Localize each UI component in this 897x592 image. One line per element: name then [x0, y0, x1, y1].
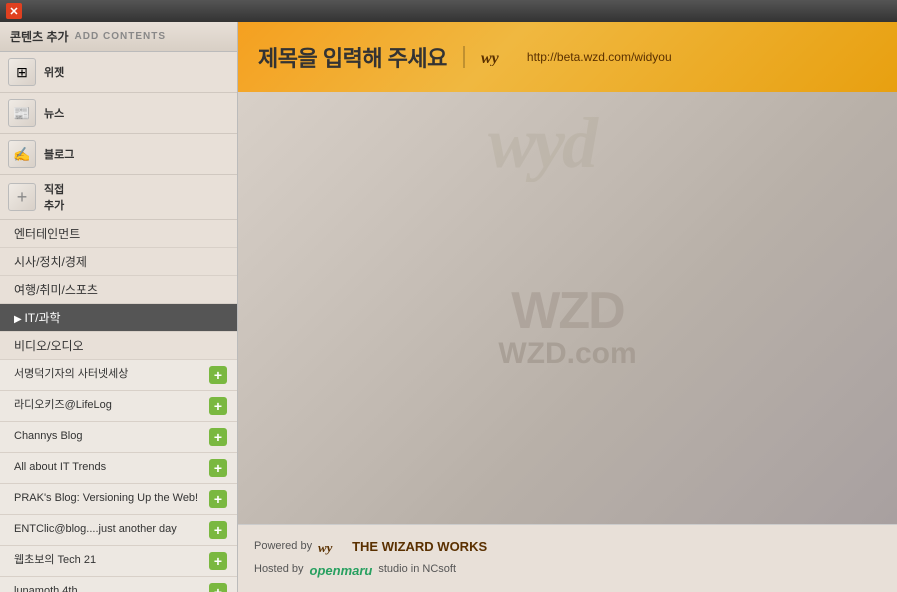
direct-label: 직접추가: [44, 181, 64, 213]
widget-label: 위젯: [44, 64, 64, 80]
nav-item-news[interactable]: 📰 뉴스: [0, 93, 237, 134]
wzd-swoosh-decoration: wyd: [488, 102, 648, 185]
widget-icon: ⊞: [16, 64, 28, 81]
page-title: 제목을 입력해 주세요: [258, 41, 447, 73]
sidebar-header: 콘텐츠 추가 ADD CONTENTS: [0, 22, 237, 52]
sidebar-title-korean: 콘텐츠 추가: [10, 28, 69, 45]
content-area: 제목을 입력해 주세요 wy http://beta.wzd.com/widyo…: [238, 22, 897, 592]
news-icon: 📰: [13, 105, 30, 122]
direct-icon-box: +: [8, 183, 36, 211]
blog-item-text: 라디오키즈@LifeLog: [14, 398, 203, 413]
news-icon-box: 📰: [8, 99, 36, 127]
blog-icon-box: ✍: [8, 140, 36, 168]
list-item[interactable]: PRAK's Blog: Versioning Up the Web! +: [0, 484, 237, 515]
add-blog-button[interactable]: +: [209, 397, 227, 415]
nav-item-direct[interactable]: + 직접추가: [0, 175, 237, 220]
svg-text:wyd: wyd: [488, 103, 599, 182]
blog-icon: ✍: [13, 146, 30, 163]
add-blog-button[interactable]: +: [209, 428, 227, 446]
category-entertainment[interactable]: 엔터테인먼트: [0, 220, 237, 248]
list-item[interactable]: 웹초보의 Tech 21 +: [0, 546, 237, 577]
blog-label: 블로그: [44, 146, 74, 162]
sidebar-title-english: ADD CONTENTS: [75, 31, 166, 42]
blog-item-text: 웹초보의 Tech 21: [14, 553, 203, 568]
widget-icon-box: ⊞: [8, 58, 36, 86]
direct-add-icon: +: [17, 187, 28, 208]
list-item[interactable]: ENTClic@blog....just another day +: [0, 515, 237, 546]
nav-icon-section: ⊞ 위젯 📰 뉴스 ✍ 블로그 + 직접추가: [0, 52, 237, 220]
blog-item-text: PRAK's Blog: Versioning Up the Web!: [14, 491, 203, 506]
wzd-footer-logo-icon: wy: [318, 539, 346, 555]
close-button[interactable]: ✕: [6, 3, 22, 19]
main-container: 콘텐츠 추가 ADD CONTENTS ⊞ 위젯 📰 뉴스 ✍ 블로: [0, 22, 897, 592]
blog-item-text: lunamoth 4th: [14, 584, 203, 592]
category-video-audio[interactable]: 비디오/오디오: [0, 332, 237, 360]
top-bar: ✕: [0, 0, 897, 22]
list-item[interactable]: All about IT Trends +: [0, 453, 237, 484]
content-footer: Powered by wy THE WIZARD WORKS Hosted by…: [238, 524, 897, 592]
blog-item-text: 서명덕기자의 사터넷세상: [14, 367, 203, 382]
blog-item-text: Channys Blog: [14, 429, 203, 444]
list-item[interactable]: lunamoth 4th +: [0, 577, 237, 592]
blog-item-text: ENTClic@blog....just another day: [14, 522, 203, 537]
category-travel-hobby[interactable]: 여행/취미/스포츠: [0, 276, 237, 304]
list-item[interactable]: 서명덕기자의 사터넷세상 +: [0, 360, 237, 391]
add-blog-button[interactable]: +: [209, 552, 227, 570]
list-item[interactable]: Channys Blog +: [0, 422, 237, 453]
powered-by-label: Powered by: [254, 537, 312, 557]
footer-hosted-row: Hosted by openmaru studio in NCsoft: [254, 559, 881, 582]
category-it-science[interactable]: IT/과학: [0, 304, 237, 332]
blog-list: 서명덕기자의 사터넷세상 + 라디오키즈@LifeLog + Channys B…: [0, 360, 237, 592]
svg-text:wy: wy: [481, 50, 500, 66]
hosted-by-label: Hosted by: [254, 560, 304, 580]
ncsoft-label: studio in NCsoft: [378, 560, 456, 580]
sidebar: 콘텐츠 추가 ADD CONTENTS ⊞ 위젯 📰 뉴스 ✍ 블로: [0, 22, 238, 592]
footer-brand-name: THE WIZARD WORKS: [352, 535, 487, 558]
news-label: 뉴스: [44, 105, 64, 121]
add-blog-button[interactable]: +: [209, 583, 227, 592]
nav-item-blog[interactable]: ✍ 블로그: [0, 134, 237, 175]
wzd-visual: wyd WZD WZD.com: [238, 92, 897, 524]
header-divider: [463, 46, 465, 68]
footer-powered-row: Powered by wy THE WIZARD WORKS: [254, 535, 881, 558]
wzd-main-branding: WZD WZD.com: [498, 285, 636, 371]
openmaru-label: openmaru: [310, 559, 373, 582]
wzd-logo-text: WZD: [498, 285, 636, 337]
blog-item-text: All about IT Trends: [14, 460, 203, 475]
add-blog-button[interactable]: +: [209, 521, 227, 539]
header-url: http://beta.wzd.com/widyou: [527, 50, 672, 64]
svg-text:wy: wy: [318, 540, 333, 555]
category-news-politics[interactable]: 시사/정치/경제: [0, 248, 237, 276]
add-blog-button[interactable]: +: [209, 366, 227, 384]
list-item[interactable]: 라디오키즈@LifeLog +: [0, 391, 237, 422]
wzd-domain-text: WZD.com: [498, 337, 636, 371]
wzd-inline-logo-icon: wy: [481, 48, 513, 66]
category-list: 엔터테인먼트 시사/정치/경제 여행/취미/스포츠 IT/과학 비디오/오디오: [0, 220, 237, 360]
add-blog-button[interactable]: +: [209, 459, 227, 477]
content-header: 제목을 입력해 주세요 wy http://beta.wzd.com/widyo…: [238, 22, 897, 92]
nav-item-widget[interactable]: ⊞ 위젯: [0, 52, 237, 93]
add-blog-button[interactable]: +: [209, 490, 227, 508]
